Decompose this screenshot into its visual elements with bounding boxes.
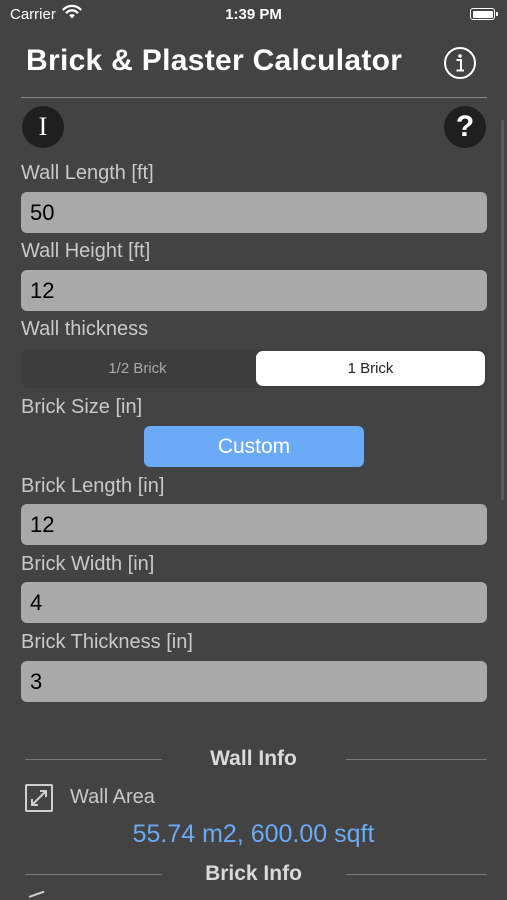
wall-height-input[interactable]: 12 [21,270,487,311]
brick-width-label: Brick Width [in] [21,553,155,575]
brick-size-label: Brick Size [in] [21,396,143,418]
custom-brick-size-button[interactable]: Custom [144,426,364,467]
section-divider-right [346,874,487,875]
page-title: Brick & Plaster Calculator [26,44,403,77]
brick-width-input[interactable]: 4 [21,582,487,623]
wall-area-value: 55.74 m2, 600.00 sqft [132,820,375,848]
segment-half-brick[interactable]: 1/2 Brick [23,351,252,386]
wall-length-label: Wall Length [ft] [21,162,154,184]
brick-length-input[interactable]: 12 [21,504,487,545]
wall-length-input[interactable]: 50 [21,192,487,233]
battery-icon [470,8,498,20]
expand-area-icon [25,784,53,812]
brick-thickness-input[interactable]: 3 [21,661,487,702]
wall-height-label: Wall Height [ft] [21,240,151,262]
brick-icon [28,890,48,900]
status-bar: Carrier 1:39 PM [0,0,507,30]
status-time: 1:39 PM [225,6,282,23]
scrollbar[interactable] [501,120,504,500]
brick-thickness-label: Brick Thickness [in] [21,631,193,653]
wall-area-label: Wall Area [70,786,155,808]
imperial-units-button[interactable]: I [22,106,64,148]
segment-one-brick[interactable]: 1 Brick [256,351,485,386]
brick-length-label: Brick Length [in] [21,475,165,497]
wall-thickness-segmented-control: 1/2 Brick 1 Brick [21,349,487,388]
section-divider-right [346,759,487,760]
header-divider [21,97,487,98]
help-button[interactable]: ? [444,106,486,148]
info-circle-icon[interactable] [443,46,477,80]
wall-thickness-label: Wall thickness [21,318,149,340]
